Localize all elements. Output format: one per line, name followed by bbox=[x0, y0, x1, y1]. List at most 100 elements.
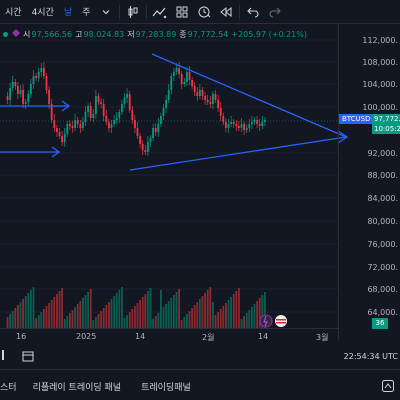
volume-bar bbox=[232, 294, 235, 328]
volume-bar bbox=[256, 301, 258, 328]
undo-icon[interactable] bbox=[245, 4, 261, 20]
expand-icon[interactable] bbox=[382, 380, 394, 394]
volume-bar bbox=[87, 292, 89, 328]
volume-bar bbox=[37, 315, 40, 328]
volume-bar bbox=[131, 309, 134, 328]
volume-bar bbox=[40, 312, 43, 328]
volume-bar bbox=[157, 313, 160, 328]
candle-body bbox=[154, 128, 157, 132]
price-axis[interactable]: 112,000. 108,000. 104,000. 100,000. 92,0… bbox=[338, 24, 400, 340]
candle-body bbox=[19, 90, 22, 94]
candle-body bbox=[157, 124, 160, 132]
volume-bar bbox=[243, 316, 245, 328]
volume-bar bbox=[167, 301, 170, 328]
time-axis[interactable]: 16 2025 14 2월 14 3월 bbox=[0, 328, 338, 342]
volume-bar bbox=[139, 300, 141, 328]
volume-bar bbox=[108, 302, 110, 328]
candle-body bbox=[56, 128, 58, 132]
volume-bar bbox=[50, 300, 53, 328]
candle-body bbox=[92, 114, 95, 118]
volume-bar bbox=[165, 304, 167, 328]
indicators-icon[interactable] bbox=[152, 4, 168, 20]
volume-bar bbox=[160, 290, 162, 328]
volume-bar bbox=[32, 287, 35, 328]
volume-bar bbox=[17, 305, 19, 328]
price-tick: 88,000. bbox=[367, 171, 398, 180]
date-range-bar: 22:54:34 UTC bbox=[0, 342, 400, 370]
candle-body bbox=[173, 72, 175, 76]
candle-body bbox=[118, 112, 121, 118]
volume-bar bbox=[193, 305, 196, 328]
alert-icon[interactable] bbox=[196, 4, 212, 20]
price-tick: 64,000. bbox=[367, 308, 398, 317]
volume-bar bbox=[79, 301, 82, 328]
tab-screener[interactable]: 스터 bbox=[0, 380, 17, 393]
volume-bar bbox=[154, 316, 157, 328]
eye-icon[interactable] bbox=[12, 29, 20, 39]
candle-body bbox=[261, 122, 264, 126]
volume-bar bbox=[178, 289, 180, 328]
candle-body bbox=[217, 100, 219, 108]
candle-body bbox=[141, 144, 144, 150]
candle-body bbox=[240, 124, 243, 128]
candle-body bbox=[178, 68, 180, 74]
chevron-down-icon[interactable] bbox=[98, 4, 114, 20]
volume-bar bbox=[214, 315, 217, 328]
candle-body bbox=[251, 122, 253, 124]
volume-bar bbox=[175, 292, 178, 328]
candle-body bbox=[84, 112, 87, 122]
volume-bar bbox=[152, 319, 154, 328]
volume-bar bbox=[126, 315, 128, 328]
volume-bar bbox=[219, 309, 222, 328]
volume-bar bbox=[230, 297, 232, 328]
candle-body bbox=[183, 82, 186, 84]
interval-week[interactable]: 주 bbox=[77, 5, 95, 18]
candle-body bbox=[248, 124, 251, 128]
price-tick: 108,000. bbox=[362, 58, 398, 67]
candle-body bbox=[37, 72, 40, 78]
candle-body bbox=[193, 86, 196, 92]
volume-bar bbox=[212, 302, 214, 328]
price-tick: 80,000. bbox=[367, 217, 398, 226]
volume-bar bbox=[76, 304, 79, 328]
candle-body bbox=[79, 124, 82, 128]
replay-icon[interactable] bbox=[218, 4, 234, 20]
volume-bar bbox=[58, 291, 61, 328]
candle-body bbox=[121, 104, 123, 112]
candle-body bbox=[69, 124, 71, 126]
grid-layout-icon[interactable] bbox=[174, 4, 190, 20]
candle-body bbox=[245, 128, 248, 130]
candle-body bbox=[201, 90, 204, 96]
calendar-icon[interactable] bbox=[22, 350, 34, 364]
candles-icon[interactable] bbox=[125, 4, 141, 20]
interval-hour[interactable]: 시간 bbox=[0, 5, 27, 18]
interval-day[interactable]: 날 bbox=[59, 5, 77, 18]
candle-body bbox=[43, 68, 45, 76]
price-tick: 76,000. bbox=[367, 240, 398, 249]
candle-body bbox=[219, 108, 222, 116]
volume-bar bbox=[100, 311, 102, 328]
volume-bar bbox=[149, 288, 152, 328]
volume-bar bbox=[53, 297, 56, 328]
volume-bar bbox=[22, 299, 24, 328]
last-price-tag: 97,772. 10:05:2 bbox=[372, 114, 400, 134]
utc-clock[interactable]: 22:54:34 UTC bbox=[344, 352, 398, 361]
volume-bar bbox=[123, 318, 126, 328]
candle-body bbox=[212, 94, 214, 104]
candle-body bbox=[136, 128, 139, 136]
last-price: 97,772. bbox=[374, 115, 400, 123]
candle-body bbox=[209, 102, 212, 104]
tab-trading-panel[interactable]: 트레이딩패널 bbox=[141, 380, 191, 393]
redo-icon[interactable] bbox=[267, 4, 283, 20]
candle-body bbox=[147, 142, 149, 152]
volume-bar bbox=[238, 288, 240, 328]
volume-bar bbox=[248, 310, 251, 328]
volume-bar bbox=[253, 304, 256, 328]
interval-4h[interactable]: 4시간 bbox=[27, 5, 59, 18]
tab-replay-trading[interactable]: 리플레이 트레이딩 패널 bbox=[33, 380, 122, 393]
volume-bar bbox=[9, 314, 11, 328]
time-label: 14 bbox=[258, 332, 269, 341]
volume-bar bbox=[206, 290, 209, 328]
range-tick-icon[interactable] bbox=[2, 350, 4, 360]
volume-bar bbox=[82, 298, 84, 328]
